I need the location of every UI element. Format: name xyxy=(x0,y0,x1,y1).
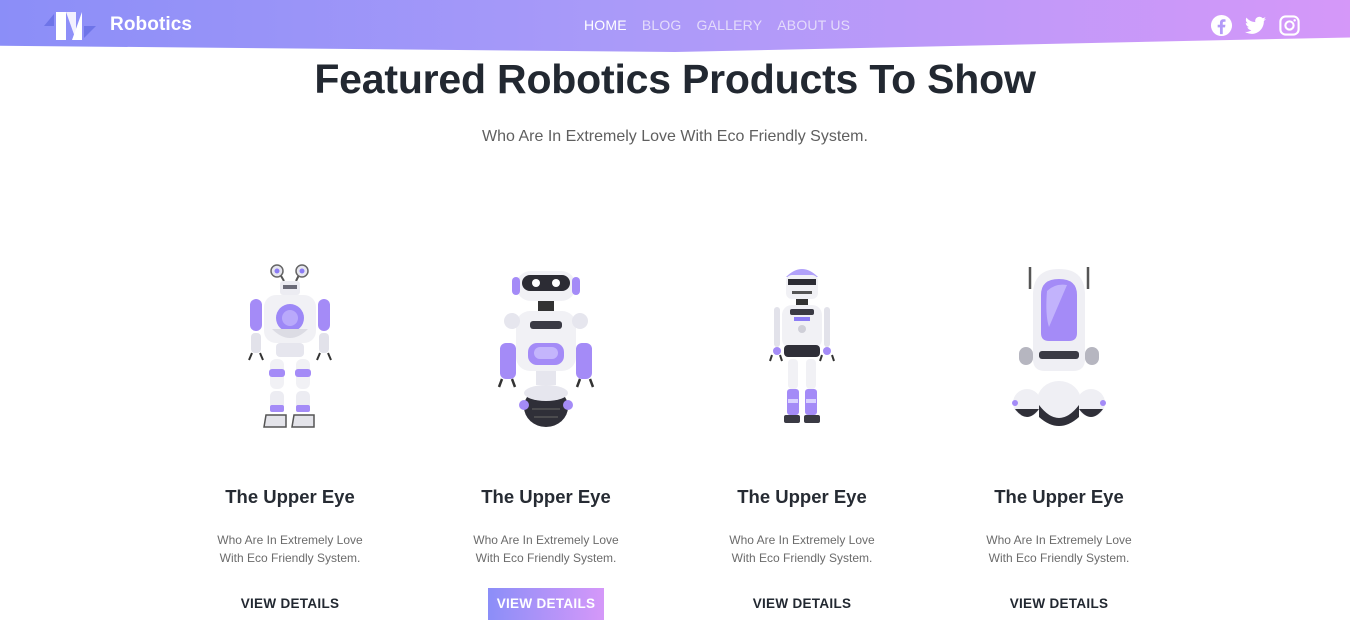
product-card: The Upper Eye Who Are In Extremely Love … xyxy=(692,255,912,611)
view-details-button[interactable]: VIEW DETAILS xyxy=(744,588,860,620)
view-details-button[interactable]: VIEW DETAILS xyxy=(1001,588,1117,620)
view-details-button[interactable]: VIEW DETAILS xyxy=(232,588,348,620)
facebook-icon[interactable] xyxy=(1210,14,1233,37)
nav-item-about-us[interactable]: ABOUT US xyxy=(777,17,850,33)
product-title: The Upper Eye xyxy=(481,486,611,507)
robotics-logo-icon xyxy=(44,12,96,40)
product-description: Who Are In Extremely Love With Eco Frien… xyxy=(986,533,1132,565)
product-title: The Upper Eye xyxy=(225,486,355,507)
product-description: Who Are In Extremely Love With Eco Frien… xyxy=(473,533,619,565)
brand-logo[interactable]: Robotics xyxy=(44,12,192,40)
robot-image xyxy=(248,264,332,428)
robot-image xyxy=(769,269,835,423)
nav-item-home[interactable]: HOME xyxy=(584,17,627,33)
robot-image xyxy=(1012,267,1106,426)
brand-name: Robotics xyxy=(110,14,193,35)
product-card: The Upper Eye Who Are In Extremely Love … xyxy=(949,255,1169,611)
social-links xyxy=(1210,14,1301,37)
product-title: The Upper Eye xyxy=(994,486,1124,507)
product-card: The Upper Eye Who Are In Extremely Love … xyxy=(180,255,400,611)
view-details-button[interactable]: VIEW DETAILS xyxy=(488,588,604,620)
robot-image xyxy=(497,271,595,427)
nav-item-gallery[interactable]: GALLERY xyxy=(697,17,763,33)
main-nav: HOME BLOG GALLERY ABOUT US xyxy=(584,17,850,33)
instagram-icon[interactable] xyxy=(1278,14,1301,37)
page-title: Featured Robotics Products To Show xyxy=(314,56,1036,102)
product-card: The Upper Eye Who Are In Extremely Love … xyxy=(436,255,656,620)
product-title: The Upper Eye xyxy=(737,486,867,507)
product-description: Who Are In Extremely Love With Eco Frien… xyxy=(729,533,875,565)
product-description: Who Are In Extremely Love With Eco Frien… xyxy=(217,533,363,565)
nav-item-blog[interactable]: BLOG xyxy=(642,17,682,33)
page-subtitle: Who Are In Extremely Love With Eco Frien… xyxy=(482,128,868,145)
twitter-icon[interactable] xyxy=(1244,14,1267,37)
